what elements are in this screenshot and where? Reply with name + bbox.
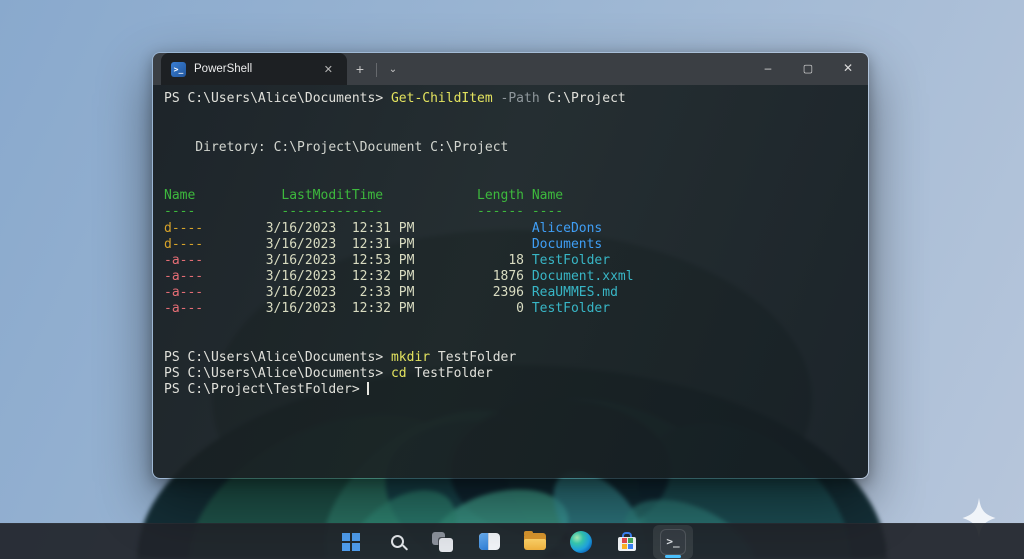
file-name: AliceDons [531, 220, 603, 236]
file-date: 3/16/2023 [265, 220, 337, 236]
tab-powershell[interactable]: >_ PowerShell ✕ [161, 53, 347, 85]
tab-close-icon[interactable]: ✕ [320, 61, 337, 78]
file-date: 3/16/2023 [265, 252, 337, 268]
tab-dropdown-button[interactable]: ⌄ [380, 56, 406, 82]
header-mode: Name [164, 188, 196, 204]
command-text: mkdir [390, 350, 431, 365]
file-date: 3/16/2023 [265, 285, 337, 301]
edge-browser-icon [570, 530, 592, 553]
table-row: -a--- 3/16/2023 12:32 PM 1876 Document.xxml [164, 269, 860, 285]
file-length: 1876 [492, 269, 524, 285]
taskbar-start-button[interactable] [331, 525, 371, 559]
argument-text: C:\Project [547, 91, 626, 106]
table-header-row: Name LastModitTime Length Name [164, 188, 860, 204]
windows-logo-icon [342, 532, 360, 551]
terminal-line-prompt: PS C:\Project\TestFolder> [164, 382, 860, 398]
taskbar: >_ [0, 523, 1024, 559]
header-name: Name [531, 188, 564, 204]
file-name: TestFolder [531, 301, 611, 317]
file-mode: -a--- [164, 252, 204, 268]
underline-lastmodittime: ------------- [281, 204, 384, 220]
prompt-text: PS C:\Users\Alice\Documents> [164, 91, 384, 106]
terminal-icon: >_ [660, 528, 686, 555]
table-row: -a--- 3/16/2023 2:33 PM 2396 ReaUMMES.md [164, 285, 860, 301]
file-name: Documents [531, 236, 603, 252]
tab-separator [376, 63, 377, 77]
file-date: 3/16/2023 [265, 301, 337, 317]
table-underline-row: ---- ------------- ------ ---- [164, 204, 860, 220]
task-view-icon [431, 531, 455, 553]
widgets-icon [478, 533, 500, 550]
taskbar-search-button[interactable] [377, 525, 417, 559]
table-row: -a--- 3/16/2023 12:32 PM 0 TestFolder [164, 301, 860, 317]
argument-text: TestFolder [437, 350, 517, 365]
dir-table: Name LastModitTime Length Name ---- ---------… [164, 188, 860, 318]
file-date: 3/16/2023 [265, 269, 337, 285]
prompt-text: PS C:\Users\Alice\Documents> [164, 366, 384, 382]
file-name: Document.xxml [531, 269, 634, 285]
file-length: 2396 [492, 285, 524, 301]
taskbar-file-explorer-button[interactable] [515, 525, 555, 559]
file-mode: -a--- [164, 269, 204, 285]
terminal-line-command1: PS C:\Users\Alice\Documents> Get-ChildIte… [164, 91, 860, 107]
file-mode: d---- [164, 220, 204, 236]
table-row: d---- 3/16/2023 12:31 PM AliceDons [164, 221, 860, 237]
file-time: 12:31 PM [351, 220, 415, 236]
command-text: Get-ChildItem [390, 91, 493, 106]
table-row: d---- 3/16/2023 12:31 PM Documents [164, 237, 860, 253]
new-tab-button[interactable]: + [347, 56, 373, 82]
underline-mode: ---- [164, 204, 196, 220]
directory-line: Diretory: C:\Project\Document C:\Project [195, 139, 509, 155]
header-length: Length [477, 188, 524, 204]
table-row: -a--- 3/16/2023 12:53 PM 18 TestFolder [164, 253, 860, 269]
file-name: TestFolder [531, 252, 611, 268]
parameter-text: -Path [500, 91, 540, 106]
file-mode: -a--- [164, 301, 204, 317]
file-time: 12:31 PM [351, 236, 415, 252]
window-controls: – ▢ ✕ [748, 53, 868, 83]
file-time: 12:32 PM [351, 269, 415, 285]
header-lastmodittime: LastModitTime [281, 188, 384, 204]
prompt-text: PS C:\Project\TestFolder> [164, 382, 360, 398]
taskbar-store-button[interactable] [607, 525, 647, 559]
close-button[interactable]: ✕ [828, 53, 868, 83]
file-time: 12:32 PM [351, 301, 415, 317]
maximize-button[interactable]: ▢ [788, 53, 828, 83]
underline-name: ---- [531, 204, 564, 220]
prompt-text: PS C:\Users\Alice\Documents> [164, 350, 384, 365]
search-icon [390, 535, 404, 548]
argument-text: TestFolder [414, 366, 493, 382]
minimize-button[interactable]: – [748, 53, 788, 83]
file-mode: -a--- [164, 285, 204, 301]
terminal-line-command2: PS C:\Users\Alice\Documents> mkdir TestFol… [164, 350, 860, 366]
folder-icon [524, 531, 546, 550]
tab-title: PowerShell [194, 63, 253, 75]
taskbar-terminal-button[interactable]: >_ [653, 524, 693, 559]
taskbar-task-view-button[interactable] [423, 525, 463, 559]
microsoft-store-icon [617, 531, 637, 552]
file-name: ReaUMMES.md [531, 285, 618, 301]
terminal-cursor [367, 382, 370, 396]
command-text: cd [390, 366, 407, 382]
file-time: 2:33 PM [359, 285, 415, 301]
file-mode: d---- [164, 236, 204, 252]
file-date: 3/16/2023 [265, 236, 337, 252]
underline-length: ------ [477, 204, 524, 220]
powershell-window: >_ PowerShell ✕ + ⌄ – ▢ ✕ PS C:\Users\Al… [152, 52, 869, 479]
window-titlebar: >_ PowerShell ✕ + ⌄ – ▢ ✕ [153, 53, 868, 85]
terminal-content[interactable]: PS C:\Users\Alice\Documents> Get-ChildIte… [153, 85, 868, 478]
file-time: 12:53 PM [351, 252, 415, 268]
taskbar-widgets-button[interactable] [469, 525, 509, 559]
file-length: 18 [508, 252, 524, 268]
powershell-icon: >_ [171, 61, 186, 77]
taskbar-edge-button[interactable] [561, 525, 601, 559]
terminal-line-command3: PS C:\Users\Alice\Documents> cd TestFolder [164, 366, 860, 382]
file-length: 0 [516, 301, 524, 317]
